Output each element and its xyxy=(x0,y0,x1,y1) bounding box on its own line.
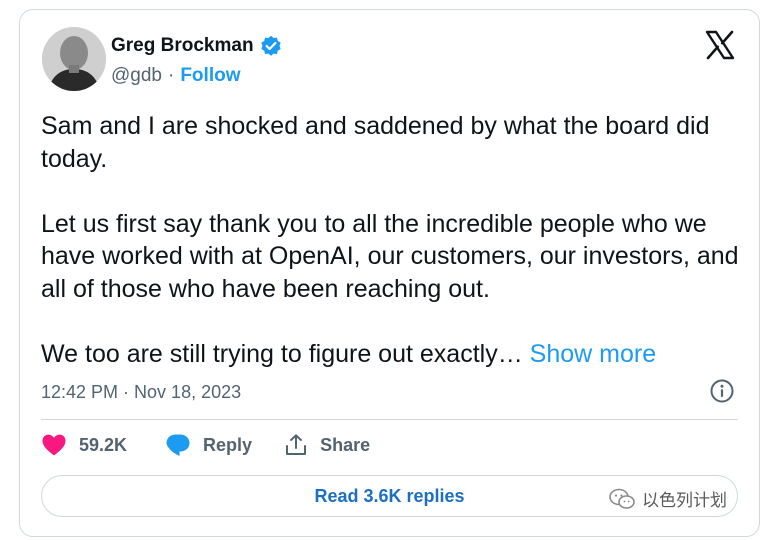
author-name[interactable]: Greg Brockman xyxy=(111,35,254,57)
divider xyxy=(41,419,738,420)
verified-badge-icon xyxy=(260,35,282,57)
tweet-body: Sam and I are shocked and saddened by wh… xyxy=(41,110,741,370)
author-name-row: Greg Brockman xyxy=(111,35,282,57)
author-handle[interactable]: @gdb xyxy=(111,65,162,87)
reply-button[interactable]: Reply xyxy=(165,433,252,457)
heart-icon xyxy=(41,433,67,457)
x-logo-icon[interactable] xyxy=(705,30,735,60)
tweet-paragraph-truncated: We too are still trying to figure out ex… xyxy=(41,338,741,371)
tweet-timestamp[interactable]: 12:42 PM · Nov 18, 2023 xyxy=(41,382,241,403)
show-more-link[interactable]: Show more xyxy=(530,340,656,368)
reply-label: Reply xyxy=(203,434,253,455)
speech-bubble-icon xyxy=(165,433,191,457)
share-upload-icon xyxy=(284,433,308,457)
action-bar: 59.2K Reply Share xyxy=(41,433,370,457)
truncated-text: We too are still trying to figure out ex… xyxy=(41,339,523,368)
tweet-paragraph: Let us first say thank you to all the in… xyxy=(41,209,739,303)
share-label: Share xyxy=(320,434,371,455)
wechat-logo-icon xyxy=(608,487,636,511)
info-icon[interactable] xyxy=(709,378,735,404)
share-button[interactable]: Share xyxy=(284,433,370,457)
follow-button[interactable]: Follow xyxy=(180,65,240,87)
like-button[interactable]: 59.2K xyxy=(41,433,127,457)
tweet-paragraph: Sam and I are shocked and saddened by wh… xyxy=(41,112,710,173)
tweet-card: Greg Brockman @gdb · Follow Sam and I ar… xyxy=(19,9,760,537)
watermark-text: 以色列计划 xyxy=(642,491,727,510)
avatar[interactable] xyxy=(42,27,106,91)
watermark: 以色列计划 xyxy=(608,486,727,511)
handle-separator: · xyxy=(168,65,175,86)
author-handle-row: @gdb · Follow xyxy=(111,65,240,87)
likes-count: 59.2K xyxy=(79,434,128,455)
